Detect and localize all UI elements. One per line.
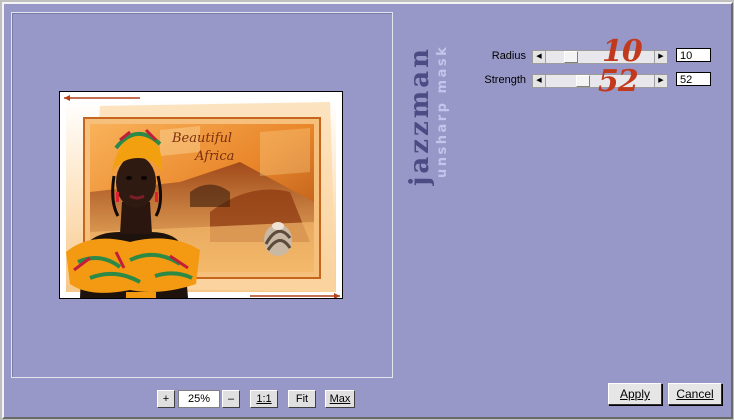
zoom-in-button[interactable]: + <box>157 390 175 408</box>
cancel-button[interactable]: Cancel <box>668 383 722 405</box>
brand-logo: jazzman unsharp mask <box>405 45 450 186</box>
radius-increase-icon[interactable]: ▶ <box>654 51 667 63</box>
plugin-name: unsharp mask <box>435 45 450 178</box>
zoom-out-button[interactable]: – <box>222 390 240 408</box>
radius-label: Radius <box>491 50 526 62</box>
strength-big-value: 52 <box>598 64 639 99</box>
radius-thumb[interactable] <box>564 51 578 63</box>
caption-line2: Africa <box>194 149 234 164</box>
radius-slider[interactable]: ◀ ▶ <box>532 50 668 64</box>
brand-name: jazzman <box>405 46 435 186</box>
strength-label: Strength <box>484 74 526 86</box>
unsharp-mask-dialog: Beautiful Africa + 25% – 1:1 Fit Max jaz… <box>2 2 733 419</box>
preview-panel: Beautiful Africa <box>11 12 393 378</box>
strength-decrease-icon[interactable]: ◀ <box>533 75 546 87</box>
fit-button[interactable]: Fit <box>288 390 316 408</box>
strength-input[interactable]: 52 <box>676 72 711 86</box>
zoom-level: 25% <box>178 390 220 408</box>
apply-label: Apply <box>619 387 651 401</box>
max-button[interactable]: Max <box>325 390 355 408</box>
preview-image[interactable]: Beautiful Africa <box>59 91 343 299</box>
strength-increase-icon[interactable]: ▶ <box>654 75 667 87</box>
apply-button[interactable]: Apply <box>608 383 662 405</box>
radius-input[interactable]: 10 <box>676 48 711 62</box>
radius-decrease-icon[interactable]: ◀ <box>533 51 546 63</box>
strength-thumb[interactable] <box>576 75 590 87</box>
preview-artwork: Beautiful Africa <box>60 92 342 298</box>
caption-line1: Beautiful <box>171 131 232 146</box>
cancel-label: Cancel <box>676 387 714 401</box>
actual-size-button[interactable]: 1:1 <box>250 390 278 408</box>
